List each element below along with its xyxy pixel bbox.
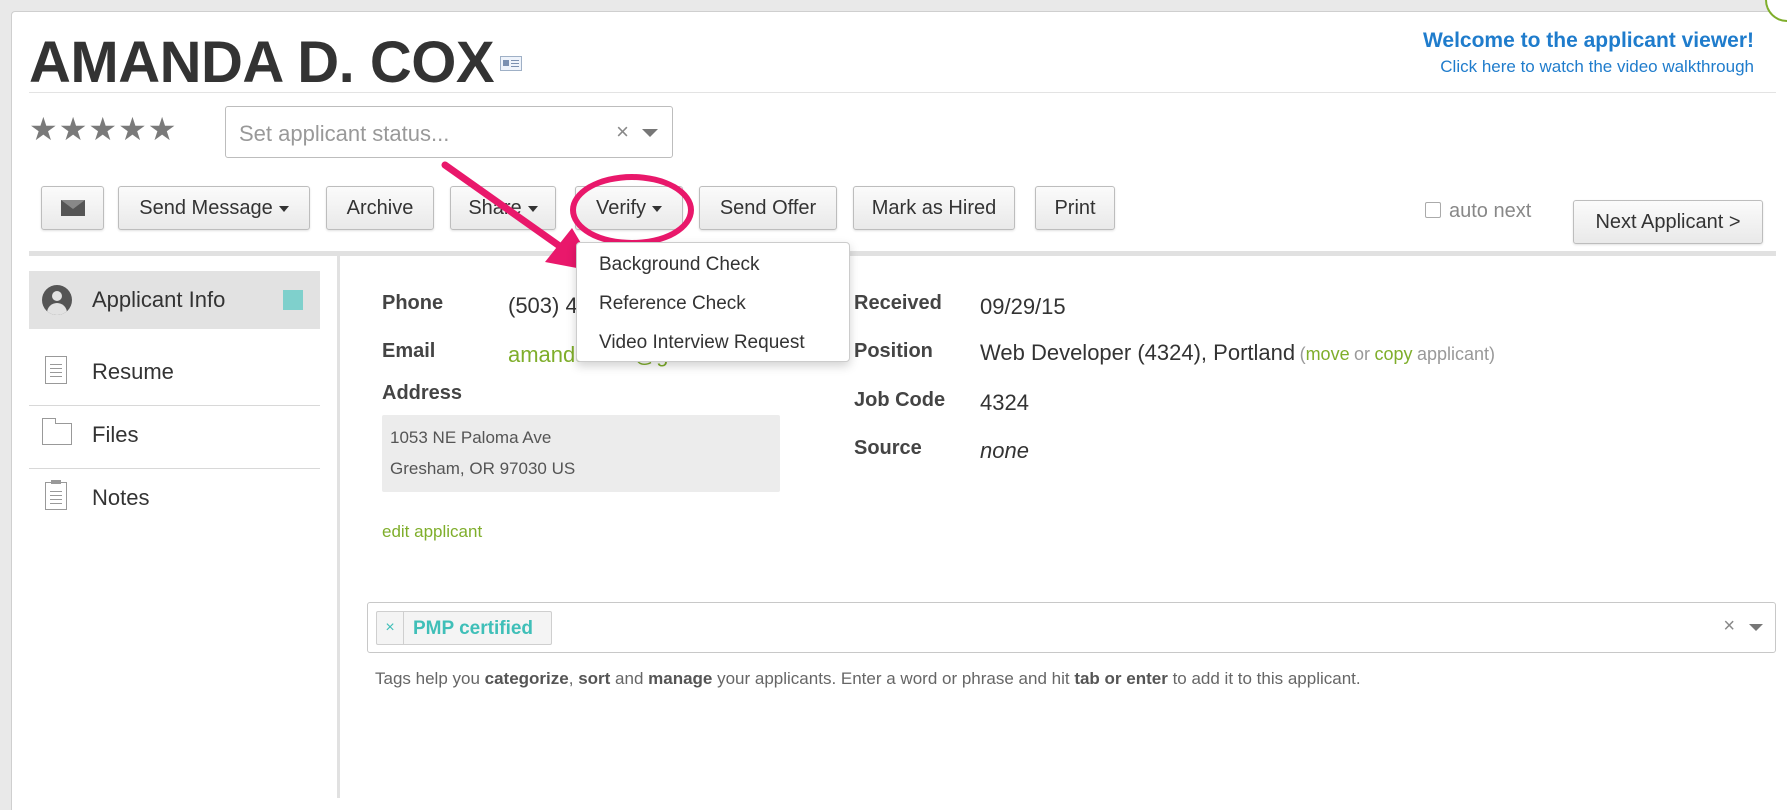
email-label: Email (382, 340, 436, 362)
sidebar-item-applicant-info[interactable]: Applicant Info (29, 271, 320, 329)
or-text: or (1354, 344, 1371, 364)
welcome-title: Welcome to the applicant viewer! (1422, 29, 1754, 52)
user-avatar-icon (42, 285, 72, 315)
applicant-name: AMANDA D. COX (29, 30, 495, 95)
document-icon (45, 356, 67, 384)
welcome-panel: Welcome to the applicant viewer! Click h… (1423, 29, 1754, 77)
vcard-icon[interactable] (500, 56, 522, 71)
sidebar-item-notes[interactable]: Notes (29, 469, 320, 527)
tag-chip: × PMP certified (376, 611, 552, 645)
received-value: 09/29/15 (980, 294, 1066, 319)
position-value: Web Developer (4324), Portland (980, 340, 1296, 365)
caret-down-icon (278, 205, 289, 212)
source-value: none (980, 438, 1029, 463)
mark-hired-label: Mark as Hired (871, 197, 997, 219)
applicant-status-select[interactable]: Set applicant status... × (225, 106, 673, 158)
menu-item-reference-check[interactable]: Reference Check (599, 293, 746, 315)
verify-dropdown-menu: Background Check Reference Check Video I… (576, 242, 850, 362)
auto-next-checkbox[interactable] (1425, 202, 1441, 218)
menu-item-background-check[interactable]: Background Check (599, 254, 760, 276)
print-button[interactable]: Print (1035, 186, 1115, 230)
copy-applicant-link[interactable]: copy (1375, 344, 1413, 364)
sidebar-item-label: Files (92, 422, 139, 447)
email-button[interactable] (41, 186, 104, 230)
print-label: Print (1054, 197, 1096, 219)
menu-item-video-interview-request[interactable]: Video Interview Request (599, 332, 805, 354)
archive-label: Archive (346, 197, 414, 219)
position-line: Web Developer (4324), Portland (move or … (980, 340, 1495, 366)
share-button[interactable]: Share (450, 186, 556, 230)
tags-input[interactable]: × PMP certified × (367, 602, 1776, 653)
position-label: Position (854, 340, 933, 362)
next-applicant-label: Next Applicant > (1595, 211, 1741, 233)
annotation-circle (570, 174, 694, 246)
received-label: Received (854, 292, 942, 314)
sidebar-item-label: Applicant Info (92, 287, 226, 312)
phone-value: (503) 4 (508, 293, 578, 318)
caret-down-icon (527, 205, 538, 212)
job-code-value: 4324 (980, 390, 1029, 415)
rating-stars[interactable]: ★★★★★ (29, 110, 177, 148)
sidebar-item-files[interactable]: Files (29, 406, 320, 464)
folder-icon (42, 418, 72, 445)
sidebar-item-resume[interactable]: Resume (29, 343, 320, 401)
notes-icon (45, 480, 67, 510)
tag-label: PMP certified (413, 618, 534, 639)
job-code-label: Job Code (854, 389, 946, 411)
send-offer-button[interactable]: Send Offer (699, 186, 837, 230)
address-label: Address (382, 382, 463, 404)
color-marker (283, 290, 303, 310)
envelope-icon (61, 200, 85, 216)
sidebar-divider (337, 256, 340, 798)
tags-help-text: Tags help you categorize, sort and manag… (375, 669, 1361, 688)
source-label: Source (854, 437, 922, 459)
status-placeholder: Set applicant status... (239, 121, 450, 146)
send-offer-label: Send Offer (719, 197, 817, 219)
chevron-down-icon[interactable] (1749, 624, 1763, 631)
clear-tags-icon[interactable]: × (1723, 615, 1735, 638)
auto-next-label: auto next (1449, 200, 1532, 222)
applicant-text: applicant) (1416, 344, 1496, 364)
phone-label: Phone (382, 292, 444, 314)
address-line2: Gresham, OR 97030 US (390, 459, 576, 478)
sidebar-item-label: Notes (92, 485, 150, 510)
edit-applicant-link[interactable]: edit applicant (382, 522, 482, 542)
clear-status-icon[interactable]: × (616, 119, 629, 145)
address-block: 1053 NE Paloma Ave Gresham, OR 97030 US (382, 415, 780, 492)
share-label: Share (468, 197, 522, 219)
header-divider (29, 92, 1776, 93)
send-message-button[interactable]: Send Message (118, 186, 310, 230)
chevron-down-icon[interactable] (642, 129, 658, 137)
address-line1: 1053 NE Paloma Ave (390, 428, 552, 447)
video-walkthrough-link[interactable]: Click here to watch the video walkthroug… (1423, 57, 1754, 77)
next-applicant-button[interactable]: Next Applicant > (1573, 200, 1763, 244)
auto-next-toggle[interactable]: auto next (1425, 200, 1531, 223)
move-applicant-link[interactable]: move (1306, 344, 1350, 364)
archive-button[interactable]: Archive (326, 186, 434, 230)
sidebar-item-label: Resume (92, 359, 174, 384)
remove-tag-icon[interactable]: × (377, 612, 404, 644)
toolbar-divider (29, 251, 1776, 256)
mark-as-hired-button[interactable]: Mark as Hired (853, 186, 1015, 230)
send-message-label: Send Message (139, 197, 273, 219)
